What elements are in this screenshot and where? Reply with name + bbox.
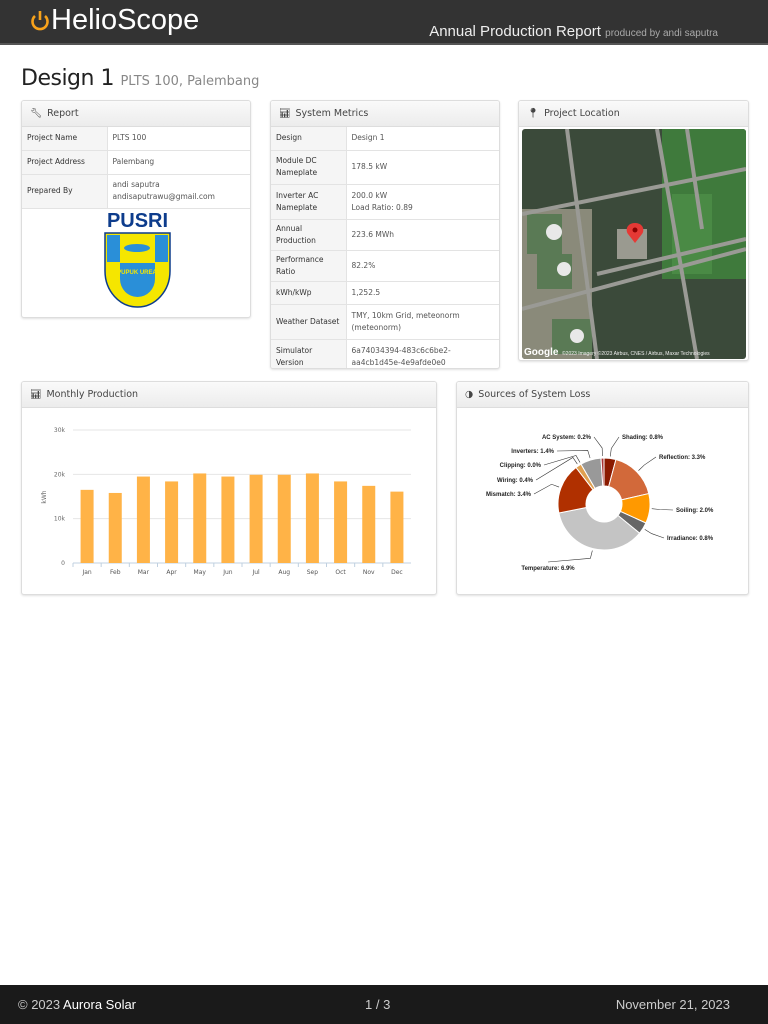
wrench-icon: 🔧︎ — [30, 108, 43, 119]
page-subtitle: PLTS 100, Palembang — [120, 74, 260, 89]
leader-line — [609, 436, 620, 457]
power-icon — [31, 10, 49, 30]
panel-title: Monthly Production — [46, 389, 139, 400]
leader-line — [533, 483, 560, 495]
email: andisaputrawu@gmail.com — [112, 192, 215, 201]
leader-line — [547, 550, 593, 563]
report-date: November 21, 2023 — [615, 997, 730, 1012]
google-attribution: Google — [524, 347, 559, 358]
x-tick-label: Aug — [278, 569, 290, 576]
table-row: Annual Production 223.6 MWh — [271, 219, 499, 251]
x-tick-label: Apr — [166, 569, 177, 576]
table-row: Project Address Palembang — [22, 150, 250, 175]
bar-dec[interactable] — [390, 491, 404, 563]
system-loss-panel: ◑ Sources of System Loss Shading: 0.8% Ref… — [456, 381, 749, 595]
helioscope-logo: HelioScope — [30, 4, 199, 37]
leader-line — [644, 529, 665, 539]
y-axis-label: kWh — [41, 490, 48, 503]
leader-line — [556, 450, 591, 459]
table-row: Design Design 1 — [271, 127, 499, 151]
table-row: Weather Dataset TMY, 10km Grid, meteonorm… — [271, 304, 499, 340]
brand-name: HelioScope — [51, 4, 200, 36]
table-row: Inverter AC Nameplate 200.0 kW Load Ratio:… — [271, 184, 499, 220]
bar-mar[interactable] — [136, 476, 150, 563]
bar-jul[interactable] — [249, 474, 263, 563]
pusri-logo: PUSRI PUPUK UREA — [104, 211, 171, 313]
y-tick-label: 10k — [54, 516, 66, 523]
table-row: kWh/kWp 1,252.5 — [271, 281, 499, 305]
table-row: Performance Ratio 82.2% — [271, 250, 499, 282]
produced-by: produced by andi saputra — [605, 28, 718, 39]
footer: © 2023 Aurora Solar 1 / 3 November 21, 2… — [0, 985, 768, 1024]
x-tick-label: Sep — [307, 569, 319, 576]
report-title: Annual Production Report produced by and… — [429, 23, 718, 40]
slice-label: Mismatch: 3.4% — [486, 492, 532, 498]
report-table: Project Name PLTS 100 Project Address Pale… — [22, 127, 250, 209]
page-number: 1 / 3 — [365, 997, 391, 1012]
svg-text:PUPUK UREA: PUPUK UREA — [117, 270, 157, 276]
x-tick-label: Jun — [222, 569, 233, 576]
x-tick-label: Nov — [363, 569, 375, 576]
bar-oct[interactable] — [334, 481, 348, 563]
table-row: Project Name PLTS 100 — [22, 127, 250, 151]
panel-title: System Metrics — [295, 108, 369, 119]
map-pin-icon: 📍︎ — [527, 108, 540, 119]
bar-chart-icon: 📊︎ — [30, 389, 42, 400]
x-tick-label: Dec — [391, 569, 403, 576]
metrics-table: Design Design 1 Module DC Nameplate 178.5 k… — [271, 127, 499, 368]
slice-reflection[interactable] — [608, 458, 650, 501]
x-tick-label: Jul — [251, 569, 260, 576]
bar-may[interactable] — [193, 473, 207, 563]
monthly-production-chart: 0 10k 20k 30k kWh Jan Feb Mar Apr May Jun Jul Aug Sep… — [41, 427, 411, 576]
monthly-production-panel: 📊︎ Monthly Production 0 10k 20k 30k kWh Jan Feb… — [21, 381, 437, 595]
y-tick-label: 0 — [61, 560, 65, 567]
satellite-map[interactable]: Google ©2023 Imagery ©2023 Airbus, CNES … — [522, 129, 746, 359]
panel-title: Project Location — [544, 108, 620, 119]
slice-label: Clipping: 0.0% — [500, 463, 542, 469]
pie-chart-icon: ◑ — [465, 389, 474, 400]
header: HelioScope Annual Production Report prod… — [0, 0, 768, 45]
bar-aug[interactable] — [277, 474, 291, 563]
bar-feb[interactable] — [108, 492, 122, 563]
bar-chart-icon: 📊︎ — [279, 108, 291, 119]
copyright: © 2023 Aurora Solar — [18, 997, 137, 1012]
panel-title: Sources of System Loss — [478, 389, 591, 400]
slice-label: Soiling: 2.0% — [676, 508, 714, 514]
slice-label: Irradiance: 0.8% — [667, 536, 714, 542]
imagery-credit: ©2023 Imagery ©2023 Airbus, CNES / Airbu… — [562, 350, 710, 357]
table-row: Module DC Nameplate 178.5 kW — [271, 150, 499, 185]
x-tick-label: Feb — [110, 569, 121, 576]
x-tick-label: May — [194, 569, 207, 576]
project-location-panel: 📍︎ Project Location Google ©2023 Imagery … — [518, 100, 749, 361]
bar-nov[interactable] — [362, 485, 376, 563]
x-tick-label: Jan — [81, 569, 91, 576]
slice-label: Shading: 0.8% — [622, 435, 664, 441]
table-row: Prepared By andi saputra andisaputrawu@gma… — [22, 174, 250, 209]
system-loss-chart: Shading: 0.8% Reflection: 3.3% Soiling: 2.… — [486, 435, 714, 572]
y-tick-label: 20k — [54, 471, 66, 478]
bar-apr[interactable] — [165, 481, 179, 563]
leader-line — [651, 508, 674, 511]
bar-jun[interactable] — [221, 476, 235, 563]
leader-line — [593, 436, 603, 457]
x-tick-label: Oct — [335, 569, 346, 576]
slice-label: AC System: 0.2% — [542, 435, 592, 441]
system-metrics-panel: 📊︎ System Metrics Design Design 1 Module DC… — [270, 100, 500, 369]
y-tick-label: 30k — [54, 427, 66, 434]
table-row: Simulator Version 6a74034394-483c6c6be2-a… — [271, 339, 499, 368]
leader-line — [638, 456, 657, 471]
slice-label: Temperature: 6.9% — [521, 566, 575, 572]
x-tick-label: Mar — [138, 569, 150, 576]
page-title: Design 1 PLTS 100, Palembang — [21, 66, 260, 91]
slice-label: Reflection: 3.3% — [659, 455, 706, 461]
slice-label: Inverters: 1.4% — [511, 449, 554, 455]
bar-jan[interactable] — [80, 489, 94, 563]
report-panel: 🔧︎ Report Project Name PLTS 100 Project Ad… — [21, 100, 251, 318]
panel-title: Report — [47, 108, 79, 119]
bar-sep[interactable] — [305, 473, 319, 563]
slice-label: Wiring: 0.4% — [497, 478, 534, 484]
